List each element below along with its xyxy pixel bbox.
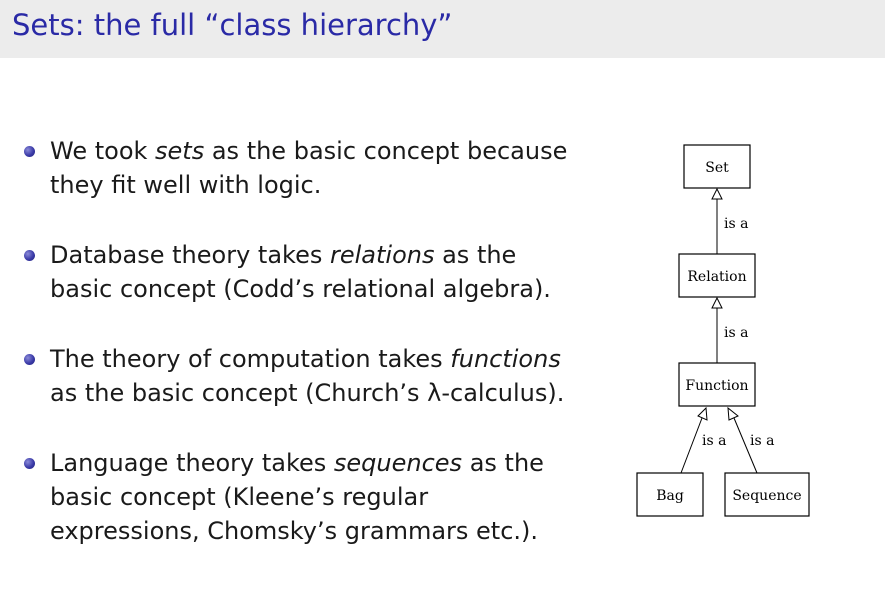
title-bar: Sets: the full “class hierarchy” <box>0 0 885 58</box>
bullet-dot-icon <box>24 146 35 157</box>
edge-relation-set: is a <box>711 187 748 254</box>
bullet-text: as the basic concept (Church’s λ-calculu… <box>50 379 565 407</box>
node-sequence-label: Sequence <box>732 488 801 504</box>
bullet-emphasis: sequences <box>333 449 463 477</box>
bullet-item: The theory of computation takes function… <box>22 342 582 410</box>
node-relation-label: Relation <box>687 269 746 285</box>
bullet-item: We took sets as the basic concept becaus… <box>22 134 582 202</box>
bullet-item: Language theory takes sequences as the b… <box>22 446 582 548</box>
edge-label: is a <box>750 433 774 449</box>
edge-sequence-function: is a <box>727 406 774 474</box>
edge-label: is a <box>724 216 748 232</box>
node-set-label: Set <box>705 160 729 176</box>
inheritance-arrow-icon <box>697 406 708 421</box>
bullet-text: Database theory takes <box>50 241 330 269</box>
node-set: Set <box>683 144 751 189</box>
bullet-emphasis: relations <box>329 241 435 269</box>
bullet-item: Database theory takes relations as the b… <box>22 238 582 306</box>
bullet-dot-icon <box>24 458 35 469</box>
bullet-text: The theory of computation takes <box>50 345 451 373</box>
bullet-text: Language theory takes <box>50 449 334 477</box>
inheritance-arrow-icon <box>711 296 723 309</box>
inheritance-arrow-icon <box>727 406 739 421</box>
node-function-label: Function <box>685 378 748 394</box>
bullet-text: We took <box>50 137 156 165</box>
slide-title: Sets: the full “class hierarchy” <box>12 8 453 42</box>
inheritance-arrow-icon <box>711 187 723 200</box>
edge-bag-function: is a <box>680 406 726 474</box>
node-bag: Bag <box>636 472 704 517</box>
bullet-emphasis: sets <box>155 137 205 165</box>
node-function: Function <box>678 362 756 407</box>
node-bag-label: Bag <box>656 488 684 504</box>
bullet-list: We took sets as the basic concept becaus… <box>22 134 582 584</box>
bullet-dot-icon <box>24 354 35 365</box>
bullet-dot-icon <box>24 250 35 261</box>
edge-label: is a <box>702 433 726 449</box>
bullet-emphasis: functions <box>450 345 561 373</box>
node-sequence: Sequence <box>724 472 810 517</box>
node-relation: Relation <box>678 253 756 298</box>
edge-function-relation: is a <box>711 296 748 363</box>
class-hierarchy-diagram: Set is a Relation is a Function is a is … <box>636 144 810 517</box>
edge-label: is a <box>724 325 748 341</box>
